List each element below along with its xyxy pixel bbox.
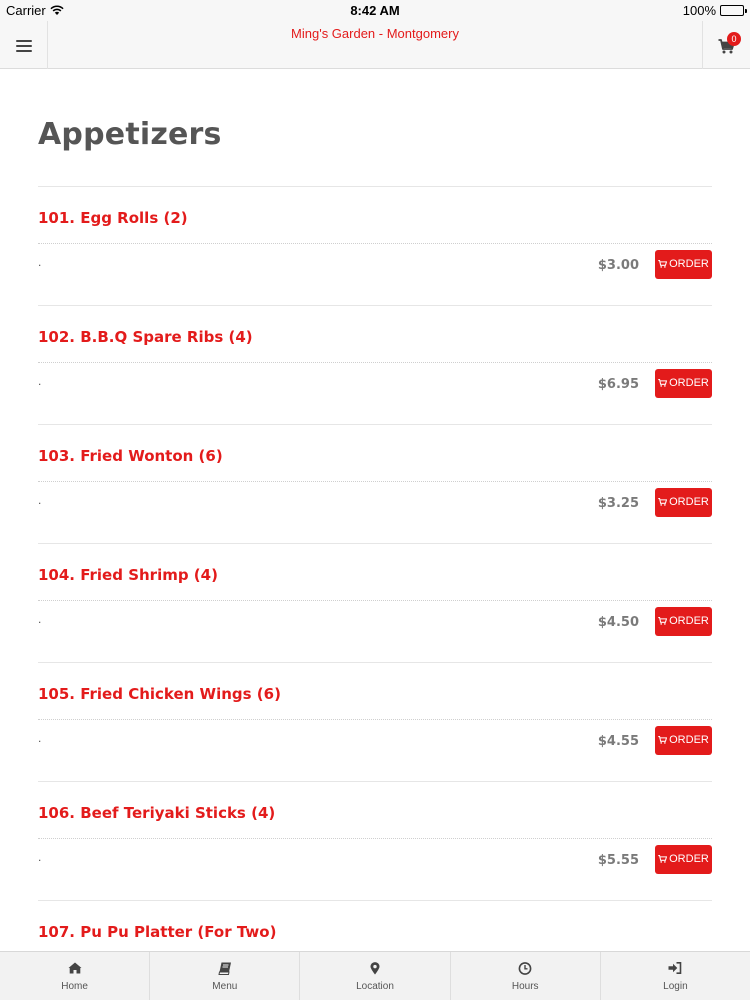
item-name[interactable]: 104. Fried Shrimp (4) <box>38 566 218 584</box>
app-header: Ming's Garden - Montgomery 0 <box>0 21 750 69</box>
menu-item: 101. Egg Rolls (2) . $3.00 ORDER <box>38 186 712 305</box>
battery-percent: 100% <box>682 3 716 18</box>
item-price: $5.55 <box>597 853 639 868</box>
bottom-tab-bar: Home Menu Location Hours Login <box>0 951 750 1000</box>
order-button-label: ORDER <box>669 615 709 627</box>
order-button-label: ORDER <box>669 496 709 508</box>
order-button-label: ORDER <box>669 258 709 270</box>
section-title: Appetizers <box>38 117 222 152</box>
menu-item-list: 101. Egg Rolls (2) . $3.00 ORDER 102. B.… <box>38 186 712 951</box>
menu-item: 107. Pu Pu Platter (For Two) <box>38 900 712 951</box>
order-button[interactable]: ORDER <box>655 488 712 517</box>
clock-time: 8:42 AM <box>350 3 400 18</box>
order-button[interactable]: ORDER <box>655 369 712 398</box>
menu-item: 103. Fried Wonton (6) . $3.25 ORDER <box>38 424 712 543</box>
hamburger-icon <box>16 40 32 52</box>
cart-button[interactable]: 0 <box>702 21 750 69</box>
item-description: . <box>38 374 42 388</box>
home-icon <box>68 962 82 974</box>
menu-content: Appetizers 101. Egg Rolls (2) . $3.00 OR… <box>38 69 712 951</box>
map-marker-icon <box>370 962 380 975</box>
order-button[interactable]: ORDER <box>655 250 712 279</box>
cart-icon <box>658 489 668 518</box>
item-divider <box>38 600 712 601</box>
order-button[interactable]: ORDER <box>655 607 712 636</box>
tab-home[interactable]: Home <box>0 952 151 1000</box>
status-bar: Carrier 8:42 AM 100% <box>0 0 750 21</box>
item-name[interactable]: 102. B.B.Q Spare Ribs (4) <box>38 328 253 346</box>
item-price: $3.25 <box>597 496 639 511</box>
item-price: $4.50 <box>597 615 639 630</box>
tab-menu[interactable]: Menu <box>150 952 301 1000</box>
cart-icon <box>658 370 668 399</box>
tab-hours[interactable]: Hours <box>451 952 601 1000</box>
item-price: $4.55 <box>597 734 639 749</box>
menu-item: 106. Beef Teriyaki Sticks (4) . $5.55 OR… <box>38 781 712 900</box>
menu-item: 105. Fried Chicken Wings (6) . $4.55 ORD… <box>38 662 712 781</box>
order-button[interactable]: ORDER <box>655 845 712 874</box>
clock-icon <box>518 962 532 975</box>
item-price: $6.95 <box>597 377 639 392</box>
battery-icon <box>720 5 747 16</box>
item-name[interactable]: 107. Pu Pu Platter (For Two) <box>38 923 276 941</box>
tab-label: Location <box>356 981 394 992</box>
item-divider <box>38 719 712 720</box>
item-description: . <box>38 493 42 507</box>
tab-label: Hours <box>511 981 539 992</box>
login-icon <box>668 962 682 974</box>
item-description: . <box>38 731 42 745</box>
item-description: . <box>38 255 42 269</box>
tab-label: Menu <box>212 981 238 992</box>
order-button[interactable]: ORDER <box>655 726 712 755</box>
item-description: . <box>38 612 42 626</box>
menu-item: 104. Fried Shrimp (4) . $4.50 ORDER <box>38 543 712 662</box>
tab-label: Login <box>663 981 688 992</box>
item-divider <box>38 481 712 482</box>
item-name[interactable]: 105. Fried Chicken Wings (6) <box>38 685 281 703</box>
cart-icon <box>658 608 668 637</box>
book-icon <box>218 962 231 975</box>
item-divider <box>38 243 712 244</box>
item-name[interactable]: 101. Egg Rolls (2) <box>38 209 188 227</box>
order-button-label: ORDER <box>669 377 709 389</box>
tab-login[interactable]: Login <box>601 952 750 1000</box>
cart-icon <box>658 251 668 280</box>
item-description: . <box>38 850 42 864</box>
item-price: $3.00 <box>597 258 639 273</box>
menu-item: 102. B.B.Q Spare Ribs (4) . $6.95 ORDER <box>38 305 712 424</box>
order-button-label: ORDER <box>669 734 709 746</box>
item-name[interactable]: 103. Fried Wonton (6) <box>38 447 223 465</box>
cart-icon <box>658 846 668 875</box>
cart-icon <box>658 727 668 756</box>
item-divider <box>38 362 712 363</box>
item-name[interactable]: 106. Beef Teriyaki Sticks (4) <box>38 804 275 822</box>
order-button-label: ORDER <box>669 853 709 865</box>
restaurant-title: Ming's Garden - Montgomery <box>291 26 459 41</box>
tab-label: Home <box>61 981 88 992</box>
item-divider <box>38 838 712 839</box>
cart-count-badge: 0 <box>727 32 741 46</box>
tab-location[interactable]: Location <box>300 952 451 1000</box>
